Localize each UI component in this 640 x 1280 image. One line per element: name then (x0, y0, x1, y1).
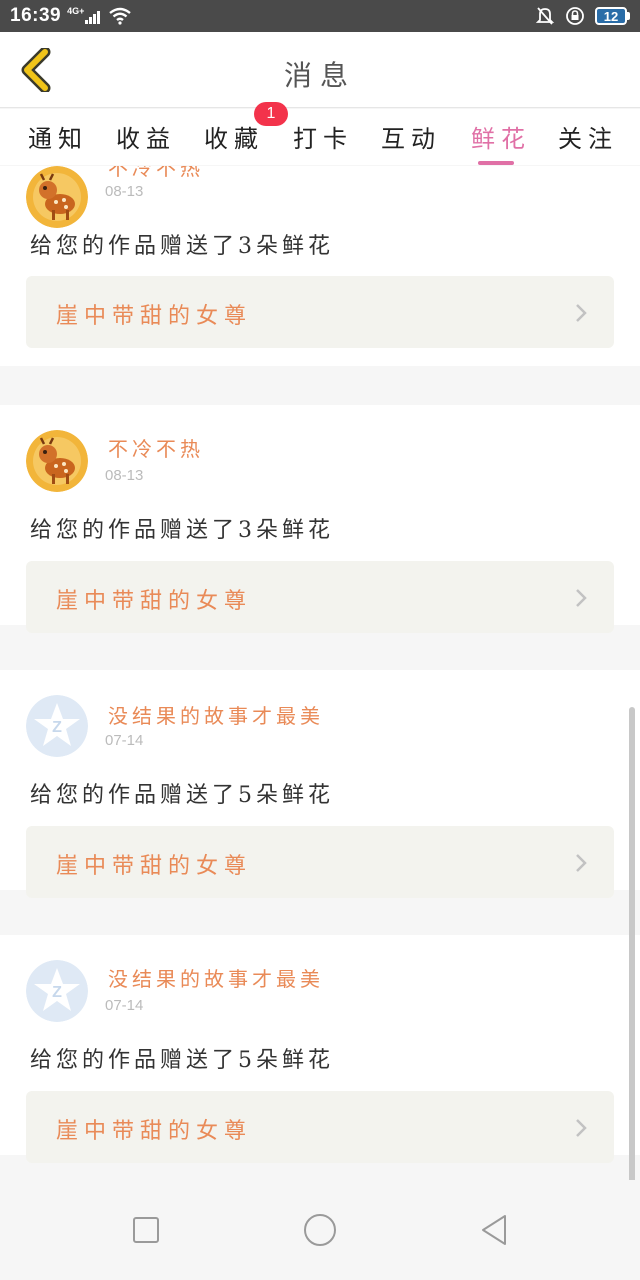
avatar[interactable]: Z (26, 695, 88, 757)
work-link[interactable]: 崖中带甜的女尊 (26, 1091, 614, 1163)
notification-date: 07-14 (105, 732, 144, 749)
sender-name[interactable]: 没结果的故事才最美 (108, 700, 324, 729)
deer-avatar-icon (26, 430, 88, 492)
back-triangle-icon (482, 1215, 506, 1245)
active-tab-indicator (478, 161, 514, 165)
status-time: 16:39 (10, 5, 62, 26)
notification-message: 给您的作品赠送了3朵鲜花 (30, 518, 334, 543)
tab-bar: 通知 收益 收藏 打卡 互动 鲜花 关注 (0, 109, 640, 165)
svg-text:Z: Z (52, 984, 62, 1001)
notification-message: 给您的作品赠送了5朵鲜花 (30, 1048, 334, 1073)
system-nav-bar (0, 1180, 640, 1280)
qq-default-avatar-icon: Z (26, 695, 88, 757)
nav-back-button[interactable] (474, 1210, 514, 1250)
work-title: 崖中带甜的女尊 (56, 854, 253, 879)
deer-avatar-icon (26, 166, 88, 228)
tab-following[interactable]: 关注 (558, 119, 618, 154)
work-link[interactable]: 崖中带甜的女尊 (26, 276, 614, 348)
avatar[interactable] (26, 166, 88, 228)
list-item: Z 没结果的故事才最美 07-14 给您的作品赠送了5朵鲜花 崖中带甜的女尊 (0, 935, 640, 1163)
rotation-lock-icon (566, 7, 584, 25)
chevron-right-icon (576, 304, 587, 322)
notification-message: 给您的作品赠送了5朵鲜花 (30, 783, 334, 808)
work-link[interactable]: 崖中带甜的女尊 (26, 561, 614, 633)
chevron-right-icon (576, 1119, 587, 1137)
network-type: 4G+ (67, 6, 85, 16)
sender-name[interactable]: 不冷不热 (108, 433, 204, 462)
tab-favorites[interactable]: 收藏 (204, 119, 264, 154)
tab-notice[interactable]: 通知 (28, 119, 88, 154)
avatar[interactable] (26, 430, 88, 492)
list-item: 不冷不热 08-13 给您的作品赠送了3朵鲜花 崖中带甜的女尊 (0, 405, 640, 633)
chevron-right-icon (576, 589, 587, 607)
notification-list[interactable]: 不冷不热 08-13 给您的作品赠送了3朵鲜花 崖中带甜的女尊 不冷不热 08-… (0, 166, 640, 1180)
home-button[interactable] (300, 1210, 340, 1250)
sender-name[interactable]: 没结果的故事才最美 (108, 963, 324, 992)
work-link[interactable]: 崖中带甜的女尊 (26, 826, 614, 898)
favorites-badge: 1 (254, 102, 288, 126)
sender-name[interactable]: 不冷不热 (108, 166, 204, 181)
recent-apps-button[interactable] (126, 1210, 166, 1250)
work-title: 崖中带甜的女尊 (56, 1119, 253, 1144)
battery-level: 12 (595, 7, 627, 25)
home-icon (304, 1214, 336, 1246)
page-title: 消息 (283, 59, 356, 92)
list-item: Z 没结果的故事才最美 07-14 给您的作品赠送了5朵鲜花 崖中带甜的女尊 (0, 670, 640, 898)
chevron-right-icon (576, 854, 587, 872)
tab-flowers[interactable]: 鲜花 (471, 119, 531, 154)
notification-date: 08-13 (105, 467, 144, 484)
scrollbar[interactable] (629, 707, 635, 1191)
svg-text:Z: Z (52, 719, 62, 736)
notification-message: 给您的作品赠送了3朵鲜花 (30, 234, 334, 259)
header: 消息 (0, 32, 640, 108)
notification-date: 07-14 (105, 997, 144, 1014)
avatar[interactable]: Z (26, 960, 88, 1022)
tab-interaction[interactable]: 互动 (381, 119, 441, 154)
list-item: 不冷不热 08-13 给您的作品赠送了3朵鲜花 崖中带甜的女尊 (0, 166, 640, 366)
work-title: 崖中带甜的女尊 (56, 304, 253, 329)
wifi-icon (109, 7, 132, 25)
tab-checkin[interactable]: 打卡 (293, 119, 353, 154)
notification-date: 08-13 (105, 183, 144, 200)
recent-apps-icon (133, 1217, 159, 1243)
mute-icon (535, 7, 555, 25)
battery-icon: 12 (595, 7, 630, 25)
qq-default-avatar-icon: Z (26, 960, 88, 1022)
tab-earnings[interactable]: 收益 (116, 119, 176, 154)
status-bar: 16:39 4G+ 12 (0, 0, 640, 32)
signal-icon (85, 10, 101, 24)
work-title: 崖中带甜的女尊 (56, 589, 253, 614)
